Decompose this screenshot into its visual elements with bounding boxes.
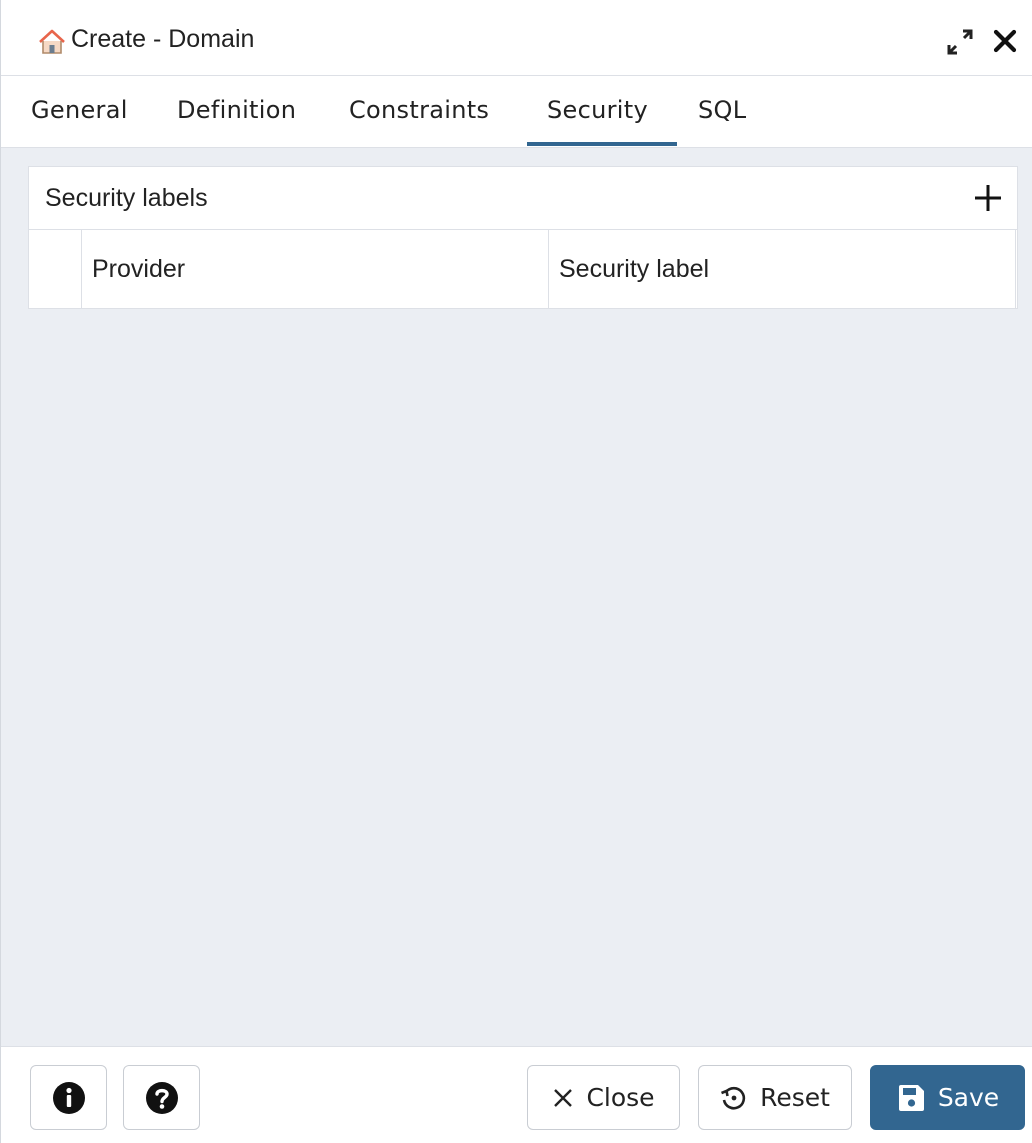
close-icon (554, 1088, 573, 1107)
security-labels-title: Security labels (45, 184, 208, 212)
tab-security[interactable]: Security (547, 96, 648, 124)
save-button[interactable]: Save (870, 1065, 1025, 1130)
column-header-security-label: Security label (559, 255, 710, 283)
tab-bar: General Definition Constraints Security … (1, 76, 1032, 148)
help-icon (145, 1081, 178, 1114)
dialog-title: Create - Domain (71, 25, 255, 53)
plus-icon[interactable] (971, 181, 1005, 215)
tab-general[interactable]: General (31, 96, 128, 124)
info-icon (52, 1081, 85, 1114)
info-button[interactable] (30, 1065, 107, 1130)
close-icon[interactable] (991, 27, 1019, 55)
reset-button[interactable]: Reset (698, 1065, 852, 1130)
column-divider (81, 230, 82, 308)
tab-definition[interactable]: Definition (177, 96, 296, 124)
security-labels-panel: Security labels Provider Security label (28, 166, 1018, 309)
expand-icon[interactable] (945, 27, 975, 57)
save-icon (898, 1084, 924, 1111)
close-button[interactable]: Close (527, 1065, 680, 1130)
active-tab-indicator (527, 142, 677, 146)
column-divider (548, 230, 549, 308)
reset-icon (721, 1086, 746, 1109)
close-button-label: Close (586, 1083, 655, 1112)
save-button-label: Save (937, 1083, 1000, 1112)
tab-constraints[interactable]: Constraints (349, 96, 489, 124)
column-header-provider: Provider (92, 255, 186, 283)
dialog-footer: Close Reset Save (1, 1046, 1032, 1143)
reset-button-label: Reset (760, 1083, 830, 1112)
security-labels-grid-header: Provider Security label (29, 230, 1017, 308)
column-divider (1015, 230, 1016, 308)
tab-sql[interactable]: SQL (698, 96, 746, 124)
help-button[interactable] (123, 1065, 200, 1130)
create-domain-dialog: Create - Domain General Definition Const… (0, 0, 1032, 1143)
home-icon (39, 29, 65, 54)
dialog-titlebar[interactable]: Create - Domain (1, 0, 1032, 76)
